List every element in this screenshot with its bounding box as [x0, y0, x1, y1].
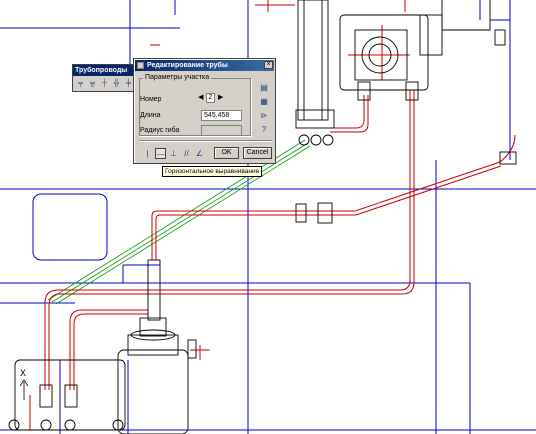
number-field[interactable]: 2 — [206, 93, 215, 103]
dialog-app-icon — [137, 62, 144, 69]
green-guide-lines — [47, 139, 311, 305]
perpendicular-align-icon[interactable]: ⊥ — [168, 148, 179, 159]
pipe-tool-4-icon[interactable]: ╬ — [111, 78, 122, 89]
number-label: Номер — [140, 96, 162, 103]
alignment-tools: | — ⊥ // ∠ — [142, 148, 205, 159]
number-increment-arrow[interactable]: ▶ — [218, 94, 223, 102]
dialog-title-bar[interactable]: Редактирование трубы — [135, 60, 274, 71]
horizontal-align-icon[interactable]: — — [155, 148, 166, 159]
pipe-tool-3-icon[interactable]: ┼ — [99, 78, 110, 89]
axis-arrow — [19, 379, 29, 400]
group-label: Параметры участка — [143, 74, 212, 81]
toolbar-buttons: ╤ ╦ ┼ ╬ ╪ — [75, 78, 134, 89]
bend-radius-field[interactable] — [201, 125, 242, 136]
cancel-button[interactable]: Cancel — [243, 147, 272, 159]
length-label: Длина — [140, 112, 161, 119]
segment-list-icon[interactable]: ▤ — [259, 83, 269, 93]
dialog-separator — [139, 140, 272, 142]
ok-button[interactable]: OK — [214, 147, 239, 159]
parallel-align-icon[interactable]: // — [181, 148, 192, 159]
vertical-align-icon[interactable]: | — [142, 148, 153, 159]
axis-label-x: X — [20, 368, 27, 378]
number-decrement-arrow[interactable]: ◀ — [198, 94, 203, 102]
angle-align-icon[interactable]: ∠ — [194, 148, 205, 159]
length-field[interactable]: 545.458 — [201, 110, 242, 121]
segment-route-icon[interactable]: ⊳ — [259, 111, 269, 121]
side-tools: ▤ ▦ ⊳ ? — [259, 83, 269, 135]
bend-radius-label: Радиус гиба — [140, 127, 180, 134]
dialog-title: Редактирование трубы — [147, 62, 228, 69]
segment-table-icon[interactable]: ▦ — [259, 97, 269, 107]
pipe-tool-2-icon[interactable]: ╦ — [87, 78, 98, 89]
horizontal-align-tooltip: Горизонтальное выравнивание — [162, 166, 263, 177]
close-button[interactable]: × — [264, 61, 273, 69]
help-icon[interactable]: ? — [259, 125, 269, 135]
pipe-tool-1-icon[interactable]: ╤ — [75, 78, 86, 89]
pipelines-toolbar: Трубопроводы ╤ ╦ ┼ ╬ ╪ — [72, 64, 134, 92]
edit-pipe-dialog: Редактирование трубы × Параметры участка… — [133, 58, 276, 164]
toolbar-title: Трубопроводы — [73, 65, 133, 76]
